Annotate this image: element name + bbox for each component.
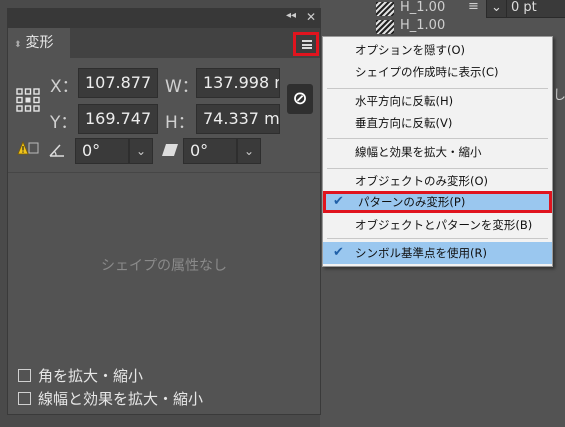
scale-strokes-checkbox[interactable]: [18, 392, 31, 405]
menu-item-scale-strokes[interactable]: 線幅と効果を拡大・縮小: [323, 141, 552, 163]
w-label: W：: [165, 77, 199, 97]
empty-shape-message: シェイプの属性なし: [101, 258, 227, 274]
panel-menu-button[interactable]: [293, 32, 319, 56]
pattern-swatch-icon: [376, 2, 394, 16]
menu-item-transform-both[interactable]: オブジェクトとパターンを変形(B): [323, 214, 552, 236]
warning-icon: [17, 140, 39, 157]
panel-menu-icon: [302, 40, 312, 49]
menu-item-label: 垂直方向に反転(V): [355, 116, 453, 130]
menu-item-label: 水平方向に反転(H): [355, 94, 454, 108]
y-field[interactable]: 169.747 m: [78, 104, 158, 134]
rotate-icon: [48, 142, 68, 158]
menu-item-label: オブジェクトのみ変形(O): [355, 174, 489, 188]
scale-corners-label: 角を拡大・縮小: [38, 367, 144, 385]
panel-title-bar: [7, 8, 321, 28]
menu-item-show-on-shape-creation[interactable]: シェイプの作成時に表示(C): [323, 61, 552, 83]
shear-angle-field[interactable]: 0°: [183, 138, 237, 164]
chevron-down-icon[interactable]: ⌄: [237, 138, 261, 164]
shear-icon: [160, 142, 180, 158]
pattern-swatch-icon: [376, 20, 394, 34]
menu-item-label: シェイプの作成時に表示(C): [355, 65, 499, 79]
menu-item-flip-horizontal[interactable]: 水平方向に反転(H): [323, 90, 552, 112]
chevron-down-icon[interactable]: ⌄: [129, 138, 153, 164]
menu-item-label: オブジェクトとパターンを変形(B): [355, 218, 533, 232]
background-text: H_1.00: [400, 18, 446, 33]
menu-item-flip-vertical[interactable]: 垂直方向に反転(V): [323, 112, 552, 134]
menu-item-label: パターンのみ変形(P): [358, 195, 466, 209]
chevron-down-icon[interactable]: ⌄: [486, 0, 508, 18]
h-label: H：: [165, 113, 195, 133]
lines-icon: ≡: [468, 0, 479, 14]
rotate-angle-field[interactable]: 0°: [75, 138, 129, 164]
menu-item-label: シンボル基準点を使用(R): [355, 246, 487, 260]
close-icon[interactable]: ✕: [306, 10, 316, 24]
reference-point-icon[interactable]: [16, 88, 40, 112]
stroke-weight-field[interactable]: 0 pt: [506, 0, 565, 18]
menu-separator: [327, 238, 548, 239]
y-label: Y：: [50, 113, 78, 133]
menu-item-use-symbol-registration[interactable]: ✔ シンボル基準点を使用(R): [323, 242, 552, 264]
constrain-link-icon[interactable]: ⊘: [287, 84, 313, 114]
scale-strokes-label: 線幅と効果を拡大・縮小: [38, 390, 204, 408]
menu-item-label: オプションを隠す(O): [355, 43, 466, 57]
x-label: X：: [50, 77, 79, 97]
collapse-icon[interactable]: ◂◂: [286, 10, 296, 21]
tab-transform[interactable]: ⬍ 変形: [8, 28, 70, 58]
scale-corners-checkbox[interactable]: [18, 369, 31, 382]
tab-chevron-icon: ⬍: [14, 40, 22, 50]
panel-options-menu: オプションを隠す(O) シェイプの作成時に表示(C) 水平方向に反転(H) 垂直…: [322, 36, 553, 267]
background-text: H_1.00: [400, 0, 446, 15]
checkmark-icon: ✔: [333, 194, 344, 209]
menu-separator: [327, 168, 548, 169]
tab-label: 変形: [25, 35, 54, 51]
w-field[interactable]: 137.998 m: [196, 68, 280, 98]
menu-item-transform-pattern-only[interactable]: ✔ パターンのみ変形(P): [323, 191, 552, 213]
menu-separator: [327, 138, 548, 139]
checkmark-icon: ✔: [333, 245, 344, 260]
menu-item-transform-object-only[interactable]: オブジェクトのみ変形(O): [323, 170, 552, 192]
menu-separator: [327, 88, 548, 89]
menu-item-label: 線幅と効果を拡大・縮小: [355, 145, 482, 159]
divider: [8, 172, 320, 173]
menu-item-hide-options[interactable]: オプションを隠す(O): [323, 39, 552, 61]
x-field[interactable]: 107.877 m: [78, 68, 158, 98]
h-field[interactable]: 74.337 mr: [196, 104, 280, 134]
